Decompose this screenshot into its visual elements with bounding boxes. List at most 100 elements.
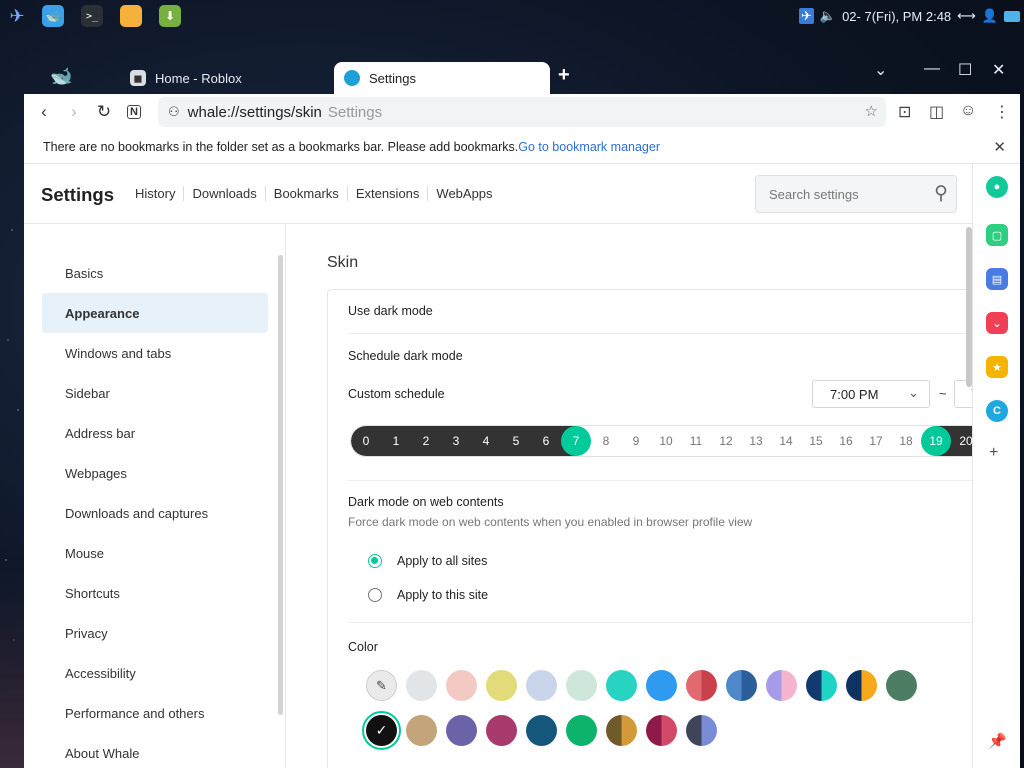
- sidebar-item-basics[interactable]: Basics: [42, 253, 268, 293]
- hour-cell[interactable]: 8: [591, 426, 621, 456]
- site-info-icon[interactable]: ⚇: [168, 104, 180, 120]
- hour-cell[interactable]: 17: [861, 426, 891, 456]
- clock[interactable]: 02- 7(Fri), PM 2:48: [842, 9, 951, 24]
- display-icon[interactable]: ⟷: [957, 8, 976, 24]
- hour-schedule-bar[interactable]: 0 1 2 3 4 5 6 7 8 9 10 11 12 13 14 15 16 17 18 19 20: [350, 425, 972, 457]
- color-swatch[interactable]: [566, 670, 597, 701]
- sidebar-item-appearance[interactable]: Appearance: [42, 293, 268, 333]
- forward-icon[interactable]: ›: [59, 102, 89, 122]
- color-swatch[interactable]: [526, 715, 557, 746]
- sidebar-item-mouse[interactable]: Mouse: [42, 533, 268, 573]
- hour-cell[interactable]: 3: [441, 426, 471, 456]
- user-icon[interactable]: 👤: [982, 8, 998, 24]
- color-swatch[interactable]: [886, 670, 917, 701]
- whale-browser-icon[interactable]: 🐋: [42, 5, 64, 27]
- sidebar-item-address-bar[interactable]: Address bar: [42, 413, 268, 453]
- schedule-start-select[interactable]: 7:00 PM ⌄: [812, 380, 930, 408]
- satellite-icon[interactable]: ✈: [6, 5, 28, 27]
- hour-cell[interactable]: 4: [471, 426, 501, 456]
- profile-icon[interactable]: ☺: [960, 102, 976, 120]
- color-swatch[interactable]: [486, 670, 517, 701]
- color-swatch[interactable]: [646, 715, 677, 746]
- search-icon[interactable]: ⚲: [934, 182, 948, 205]
- color-swatch[interactable]: [726, 670, 757, 701]
- sidebar-item-accessibility[interactable]: Accessibility: [42, 653, 268, 693]
- color-swatch[interactable]: [806, 670, 837, 701]
- sidebar-item-performance[interactable]: Performance and others: [42, 693, 268, 733]
- volume-icon[interactable]: 🔈: [820, 8, 836, 24]
- eyedropper-icon[interactable]: ✎: [366, 670, 397, 701]
- terminal-icon[interactable]: >_: [81, 5, 103, 27]
- android-studio-icon[interactable]: ⬇: [159, 5, 181, 27]
- briefcase-icon[interactable]: ▤: [986, 268, 1008, 290]
- hour-cell[interactable]: 11: [681, 426, 711, 456]
- new-tab-button[interactable]: +: [558, 64, 570, 87]
- sidebar-item-webpages[interactable]: Webpages: [42, 453, 268, 493]
- color-swatch-selected[interactable]: ✓: [362, 711, 401, 750]
- sidebar-item-windows-and-tabs[interactable]: Windows and tabs: [42, 333, 268, 373]
- reload-icon[interactable]: ↻: [89, 102, 119, 122]
- hour-cell[interactable]: 7: [561, 426, 591, 456]
- address-bar[interactable]: ⚇ whale://settings/skin Settings ☆: [158, 97, 886, 127]
- nav-link-webapps[interactable]: WebApps: [428, 186, 500, 201]
- minimize-icon[interactable]: —: [924, 60, 940, 78]
- nav-link-downloads[interactable]: Downloads: [184, 186, 266, 201]
- sidebar-item-privacy[interactable]: Privacy: [42, 613, 268, 653]
- hour-cell[interactable]: 5: [501, 426, 531, 456]
- color-swatch[interactable]: [566, 715, 597, 746]
- hour-cell[interactable]: 10: [651, 426, 681, 456]
- apply-this-site-radio[interactable]: [368, 588, 382, 602]
- tab-settings[interactable]: Settings: [334, 62, 550, 94]
- split-view-icon[interactable]: ◫: [929, 102, 944, 122]
- color-swatch[interactable]: [486, 715, 517, 746]
- hour-cell[interactable]: 1: [381, 426, 411, 456]
- pocket-icon[interactable]: ⌄: [986, 312, 1008, 334]
- hour-cell[interactable]: 14: [771, 426, 801, 456]
- color-swatch[interactable]: [846, 670, 877, 701]
- color-swatch[interactable]: [686, 670, 717, 701]
- sidebar-item-shortcuts[interactable]: Shortcuts: [42, 573, 268, 613]
- bookmark-manager-link[interactable]: Go to bookmark manager: [518, 140, 660, 154]
- color-swatch[interactable]: [606, 715, 637, 746]
- hour-cell[interactable]: 12: [711, 426, 741, 456]
- tab-list-icon[interactable]: ⌄: [874, 60, 887, 80]
- color-swatch[interactable]: [446, 670, 477, 701]
- schedule-dark-mode-label[interactable]: Schedule dark mode: [348, 349, 463, 363]
- hour-cell[interactable]: 20: [951, 426, 972, 456]
- whale-spaces-icon[interactable]: ●: [986, 176, 1008, 198]
- files-icon[interactable]: [120, 5, 142, 27]
- nav-link-extensions[interactable]: Extensions: [348, 186, 429, 201]
- apply-this-site-label[interactable]: Apply to this site: [397, 588, 488, 602]
- use-dark-mode-label[interactable]: Use dark mode: [348, 304, 433, 318]
- color-swatch[interactable]: [406, 715, 437, 746]
- hour-cell[interactable]: 0: [351, 426, 381, 456]
- hour-cell[interactable]: 6: [531, 426, 561, 456]
- sidebar-scrollbar[interactable]: [278, 255, 283, 715]
- color-swatch[interactable]: [446, 715, 477, 746]
- chat-icon[interactable]: ▢: [986, 224, 1008, 246]
- hour-cell[interactable]: 2: [411, 426, 441, 456]
- keyboard-icon[interactable]: [1004, 10, 1020, 22]
- color-swatch[interactable]: [646, 670, 677, 701]
- hour-cell[interactable]: 19: [921, 426, 951, 456]
- nav-link-bookmarks[interactable]: Bookmarks: [266, 186, 348, 201]
- maximize-icon[interactable]: ☐: [958, 60, 972, 80]
- color-swatch[interactable]: [686, 715, 717, 746]
- search-input[interactable]: Search settings ⚲: [755, 175, 957, 213]
- color-swatch[interactable]: [606, 670, 637, 701]
- screenshot-icon[interactable]: ⊡: [898, 102, 911, 122]
- close-window-icon[interactable]: ✕: [992, 60, 1005, 80]
- hour-cell[interactable]: 9: [621, 426, 651, 456]
- sidebar-item-downloads-and-captures[interactable]: Downloads and captures: [42, 493, 268, 533]
- apply-all-sites-radio[interactable]: [368, 554, 382, 568]
- menu-icon[interactable]: ⋮: [994, 102, 1010, 122]
- color-swatch[interactable]: [406, 670, 437, 701]
- close-icon[interactable]: ✕: [993, 138, 1006, 156]
- sidebar-item-sidebar[interactable]: Sidebar: [42, 373, 268, 413]
- hour-cell[interactable]: 18: [891, 426, 921, 456]
- network-icon[interactable]: ✈: [798, 8, 814, 24]
- back-icon[interactable]: ‹: [29, 102, 59, 122]
- color-swatch[interactable]: [766, 670, 797, 701]
- tab-roblox[interactable]: ◼ Home - Roblox: [120, 62, 330, 94]
- hour-cell[interactable]: 13: [741, 426, 771, 456]
